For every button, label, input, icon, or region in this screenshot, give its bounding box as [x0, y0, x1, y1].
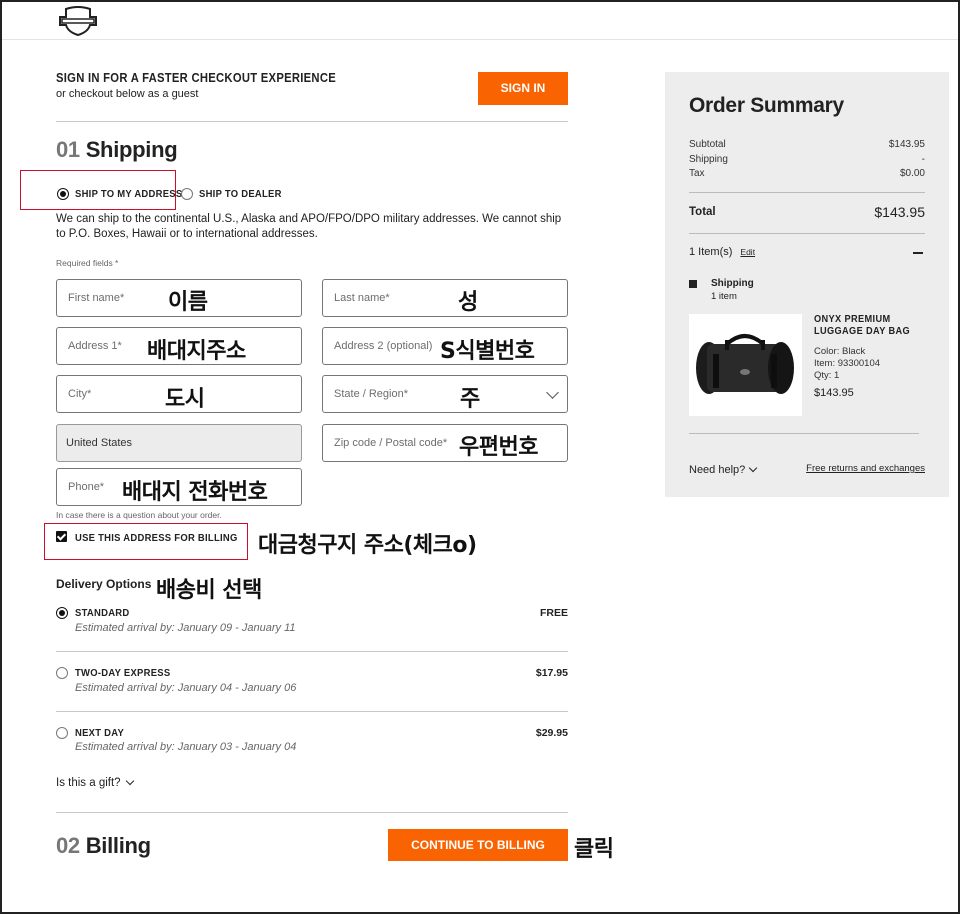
shipping-row: Shipping -: [689, 154, 925, 165]
annotation-last-name: 성: [458, 290, 478, 315]
next-day-arrival: Estimated arrival by: January 03 - Janua…: [75, 741, 297, 753]
product-color: Color: Black: [814, 346, 866, 357]
chevron-down-icon: [546, 386, 559, 399]
shipment-label: Shipping: [711, 278, 754, 289]
standard-arrival: Estimated arrival by: January 09 - Janua…: [75, 622, 296, 634]
need-help-toggle[interactable]: Need help?: [689, 463, 758, 476]
product-price: $143.95: [814, 387, 854, 399]
address2-placeholder: Address 2 (optional): [334, 340, 433, 352]
zip-placeholder: Zip code / Postal code*: [334, 437, 448, 449]
standard-price: FREE: [539, 607, 568, 619]
gift-toggle[interactable]: Is this a gift?: [56, 776, 134, 789]
country-value: United States: [66, 437, 133, 449]
two-day-arrival: Estimated arrival by: January 04 - Janua…: [75, 682, 297, 694]
phone-hint: In case there is a question about your o…: [56, 510, 222, 520]
shipping-section-title: 01 Shipping: [56, 137, 178, 163]
annotation-phone: 배대지 전화번호: [122, 480, 268, 505]
ship-to-address-label[interactable]: SHIP TO MY ADDRESS: [75, 188, 182, 200]
divider: [56, 121, 568, 122]
product-item-number: Item: 93300104: [814, 358, 881, 369]
two-day-label[interactable]: TWO-DAY EXPRESS: [75, 667, 170, 679]
section-number: 01: [56, 137, 80, 162]
product-qty: Qty: 1: [814, 370, 840, 381]
annotation-zip: 우편번호: [459, 435, 538, 460]
annotation-first-name: 이름: [168, 290, 208, 315]
shipping-value: -: [921, 154, 925, 165]
standard-radio[interactable]: [56, 607, 68, 619]
divider: [56, 651, 568, 652]
last-name-placeholder: Last name*: [334, 292, 390, 304]
subtotal-label: Subtotal: [689, 139, 726, 150]
shipping-label: Shipping: [689, 154, 728, 165]
tax-row: Tax $0.00: [689, 168, 925, 179]
sign-in-button[interactable]: SIGN IN: [478, 72, 568, 105]
state-placeholder: State / Region*: [334, 388, 408, 400]
country-field[interactable]: United States: [56, 424, 302, 462]
signin-subtitle: or checkout below as a guest: [56, 88, 199, 100]
divider: [689, 233, 925, 234]
section-label: Billing: [85, 833, 151, 858]
bar-and-shield-logo-icon[interactable]: [58, 6, 98, 36]
delivery-options-title: Delivery Options: [56, 577, 152, 591]
annotation-billing: 대금청구지 주소(체크o): [258, 533, 477, 558]
billing-checkbox[interactable]: [56, 531, 67, 542]
site-header: [2, 2, 958, 40]
package-icon: [689, 280, 697, 288]
continue-to-billing-button[interactable]: CONTINUE TO BILLING: [388, 829, 568, 861]
two-day-price: $17.95: [535, 667, 568, 679]
tax-value: $0.00: [899, 168, 925, 179]
collapse-icon[interactable]: [913, 252, 923, 254]
tax-label: Tax: [689, 168, 705, 179]
required-fields-note: Required fields *: [56, 258, 119, 268]
next-day-label[interactable]: NEXT DAY: [75, 727, 124, 739]
edit-link[interactable]: Edit: [740, 247, 755, 257]
standard-label[interactable]: STANDARD: [75, 607, 129, 619]
annotation-address2: S식별번호: [440, 339, 535, 364]
shipping-notice: We can ship to the continental U.S., Ala…: [56, 213, 562, 240]
product-image[interactable]: [689, 314, 802, 416]
chevron-down-icon: [749, 463, 758, 473]
ship-to-dealer-radio[interactable]: [181, 188, 193, 200]
divider: [56, 711, 568, 712]
returns-link[interactable]: Free returns and exchanges: [806, 463, 925, 474]
divider: [689, 433, 919, 434]
shipment-count: 1 item: [711, 291, 737, 302]
gift-label: Is this a gift?: [56, 777, 121, 789]
ship-to-address-radio[interactable]: [57, 188, 69, 200]
total-label: Total: [689, 206, 716, 218]
section-label: Shipping: [85, 137, 178, 162]
next-day-price: $29.95: [535, 727, 568, 739]
section-number: 02: [56, 833, 80, 858]
annotation-click: 클릭: [574, 837, 614, 862]
two-day-radio[interactable]: [56, 667, 68, 679]
billing-section-title: 02 Billing: [56, 833, 151, 859]
divider: [56, 812, 568, 813]
subtotal-row: Subtotal $143.95: [689, 139, 925, 150]
items-count: 1 Item(s) Edit: [689, 246, 755, 258]
last-name-field[interactable]: Last name*: [322, 279, 568, 317]
next-day-radio[interactable]: [56, 727, 68, 739]
annotation-city: 도시: [165, 387, 205, 412]
annotation-state: 주: [460, 387, 480, 412]
ship-to-dealer-label[interactable]: SHIP TO DEALER: [199, 188, 282, 200]
phone-placeholder: Phone*: [68, 481, 105, 493]
divider: [689, 192, 925, 193]
chevron-down-icon: [125, 776, 134, 786]
first-name-placeholder: First name*: [68, 292, 125, 304]
annotation-address1: 배대지주소: [147, 339, 246, 364]
product-name[interactable]: ONYX PREMIUM LUGGAGE DAY BAG: [814, 314, 915, 338]
address1-placeholder: Address 1*: [68, 340, 122, 352]
billing-checkbox-label[interactable]: USE THIS ADDRESS FOR BILLING: [75, 532, 238, 544]
need-help-label: Need help?: [689, 464, 746, 476]
subtotal-value: $143.95: [888, 139, 925, 150]
annotation-delivery: 배송비 선택: [156, 578, 262, 603]
city-placeholder: City*: [68, 388, 92, 400]
order-summary-title: Order Summary: [689, 94, 844, 117]
items-label: 1 Item(s): [689, 246, 733, 258]
order-summary-panel: Order Summary Subtotal $143.95 Shipping …: [665, 72, 949, 497]
signin-title: SIGN IN FOR A FASTER CHECKOUT EXPERIENCE: [56, 71, 336, 85]
state-select[interactable]: State / Region*: [322, 375, 568, 413]
total-value: $143.95: [874, 204, 925, 220]
